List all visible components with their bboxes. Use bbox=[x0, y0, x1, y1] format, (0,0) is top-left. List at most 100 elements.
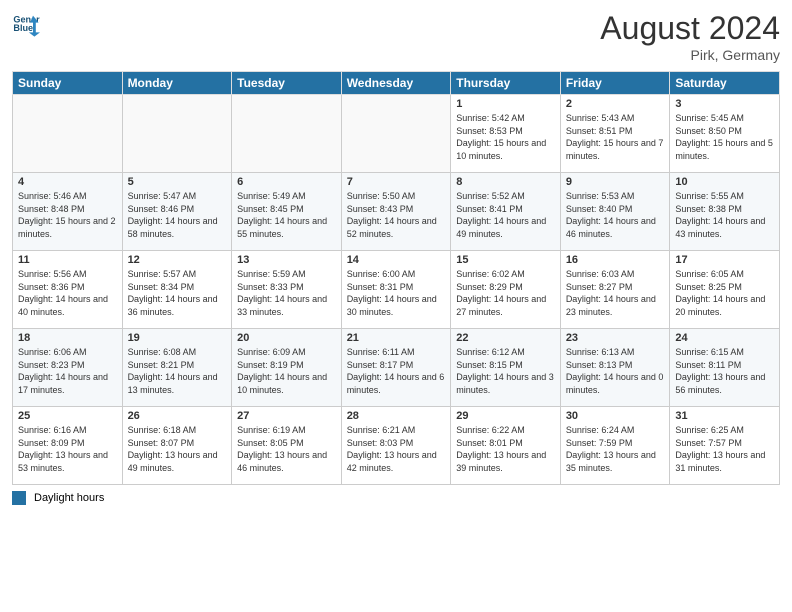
calendar-cell: 16 Sunrise: 6:03 AM Sunset: 8:27 PM Dayli… bbox=[560, 251, 670, 329]
month-title: August 2024 bbox=[600, 10, 780, 47]
calendar-cell: 22 Sunrise: 6:12 AM Sunset: 8:15 PM Dayli… bbox=[451, 329, 561, 407]
day-info: Sunrise: 5:46 AM Sunset: 8:48 PM Dayligh… bbox=[18, 190, 117, 240]
day-number: 25 bbox=[18, 410, 117, 422]
day-number: 8 bbox=[456, 176, 555, 188]
day-info: Sunrise: 5:49 AM Sunset: 8:45 PM Dayligh… bbox=[237, 190, 336, 240]
day-number: 9 bbox=[566, 176, 665, 188]
calendar-week-3: 11Sunrise: 5:56 AM Sunset: 8:36 PM Dayli… bbox=[13, 251, 780, 329]
location: Pirk, Germany bbox=[600, 47, 780, 63]
calendar-cell: 29 Sunrise: 6:22 AM Sunset: 8:01 PM Dayli… bbox=[451, 407, 561, 485]
day-number: 20 bbox=[237, 332, 336, 344]
calendar-cell: 30 Sunrise: 6:24 AM Sunset: 7:59 PM Dayli… bbox=[560, 407, 670, 485]
svg-text:Blue: Blue bbox=[13, 23, 33, 33]
calendar-cell: 2Sunrise: 5:43 AM Sunset: 8:51 PM Daylig… bbox=[560, 95, 670, 173]
calendar-week-5: 25Sunrise: 6:16 AM Sunset: 8:09 PM Dayli… bbox=[13, 407, 780, 485]
calendar-table: SundayMondayTuesdayWednesdayThursdayFrid… bbox=[12, 71, 780, 485]
day-info: Sunrise: 5:52 AM Sunset: 8:41 PM Dayligh… bbox=[456, 190, 555, 240]
day-number: 6 bbox=[237, 176, 336, 188]
day-info: Sunrise: 5:50 AM Sunset: 8:43 PM Dayligh… bbox=[347, 190, 446, 240]
calendar-week-1: 1Sunrise: 5:42 AM Sunset: 8:53 PM Daylig… bbox=[13, 95, 780, 173]
day-info: Sunrise: 6:12 AM Sunset: 8:15 PM Dayligh… bbox=[456, 346, 555, 396]
day-number: 30 bbox=[566, 410, 665, 422]
day-number: 27 bbox=[237, 410, 336, 422]
calendar-cell: 28Sunrise: 6:21 AM Sunset: 8:03 PM Dayli… bbox=[341, 407, 451, 485]
day-number: 15 bbox=[456, 254, 555, 266]
calendar-cell: 15Sunrise: 6:02 AM Sunset: 8:29 PM Dayli… bbox=[451, 251, 561, 329]
calendar-header-sunday: Sunday bbox=[13, 72, 123, 95]
calendar-cell: 3 Sunrise: 5:45 AM Sunset: 8:50 PM Daylig… bbox=[670, 95, 780, 173]
calendar-cell: 25Sunrise: 6:16 AM Sunset: 8:09 PM Dayli… bbox=[13, 407, 123, 485]
day-info: Sunrise: 6:22 AM Sunset: 8:01 PM Dayligh… bbox=[456, 424, 555, 474]
calendar-cell: 24Sunrise: 6:15 AM Sunset: 8:11 PM Dayli… bbox=[670, 329, 780, 407]
legend-label: Daylight hours bbox=[34, 492, 104, 504]
calendar-cell: 21 Sunrise: 6:11 AM Sunset: 8:17 PM Dayli… bbox=[341, 329, 451, 407]
day-number: 29 bbox=[456, 410, 555, 422]
day-info: Sunrise: 6:08 AM Sunset: 8:21 PM Dayligh… bbox=[128, 346, 227, 396]
calendar-cell: 26 Sunrise: 6:18 AM Sunset: 8:07 PM Dayli… bbox=[122, 407, 232, 485]
calendar-cell bbox=[122, 95, 232, 173]
calendar-cell: 8 Sunrise: 5:52 AM Sunset: 8:41 PM Daylig… bbox=[451, 173, 561, 251]
day-number: 19 bbox=[128, 332, 227, 344]
day-number: 31 bbox=[675, 410, 774, 422]
day-number: 3 bbox=[675, 98, 774, 110]
day-number: 16 bbox=[566, 254, 665, 266]
day-info: Sunrise: 5:55 AM Sunset: 8:38 PM Dayligh… bbox=[675, 190, 774, 240]
calendar-cell: 11Sunrise: 5:56 AM Sunset: 8:36 PM Dayli… bbox=[13, 251, 123, 329]
legend: Daylight hours bbox=[12, 491, 780, 505]
calendar-cell: 23 Sunrise: 6:13 AM Sunset: 8:13 PM Dayli… bbox=[560, 329, 670, 407]
day-number: 13 bbox=[237, 254, 336, 266]
calendar-cell bbox=[341, 95, 451, 173]
day-number: 18 bbox=[18, 332, 117, 344]
day-info: Sunrise: 5:57 AM Sunset: 8:34 PM Dayligh… bbox=[128, 268, 227, 318]
calendar-cell: 1Sunrise: 5:42 AM Sunset: 8:53 PM Daylig… bbox=[451, 95, 561, 173]
calendar-week-4: 18 Sunrise: 6:06 AM Sunset: 8:23 PM Dayli… bbox=[13, 329, 780, 407]
day-number: 14 bbox=[347, 254, 446, 266]
page-header: General Blue August 2024 Pirk, Germany bbox=[12, 10, 780, 63]
day-info: Sunrise: 6:11 AM Sunset: 8:17 PM Dayligh… bbox=[347, 346, 446, 396]
calendar-cell: 10 Sunrise: 5:55 AM Sunset: 8:38 PM Dayli… bbox=[670, 173, 780, 251]
calendar-header-tuesday: Tuesday bbox=[232, 72, 342, 95]
day-info: Sunrise: 6:06 AM Sunset: 8:23 PM Dayligh… bbox=[18, 346, 117, 396]
calendar-cell bbox=[13, 95, 123, 173]
calendar-cell: 27Sunrise: 6:19 AM Sunset: 8:05 PM Dayli… bbox=[232, 407, 342, 485]
calendar-cell: 14 Sunrise: 6:00 AM Sunset: 8:31 PM Dayli… bbox=[341, 251, 451, 329]
day-number: 1 bbox=[456, 98, 555, 110]
calendar-cell: 13 Sunrise: 5:59 AM Sunset: 8:33 PM Dayli… bbox=[232, 251, 342, 329]
calendar-cell: 18 Sunrise: 6:06 AM Sunset: 8:23 PM Dayli… bbox=[13, 329, 123, 407]
day-info: Sunrise: 6:05 AM Sunset: 8:25 PM Dayligh… bbox=[675, 268, 774, 318]
day-number: 11 bbox=[18, 254, 117, 266]
day-info: Sunrise: 6:24 AM Sunset: 7:59 PM Dayligh… bbox=[566, 424, 665, 474]
day-number: 5 bbox=[128, 176, 227, 188]
day-number: 12 bbox=[128, 254, 227, 266]
logo: General Blue bbox=[12, 10, 40, 38]
day-number: 26 bbox=[128, 410, 227, 422]
day-number: 10 bbox=[675, 176, 774, 188]
day-number: 21 bbox=[347, 332, 446, 344]
calendar-cell bbox=[232, 95, 342, 173]
day-info: Sunrise: 6:03 AM Sunset: 8:27 PM Dayligh… bbox=[566, 268, 665, 318]
day-info: Sunrise: 6:09 AM Sunset: 8:19 PM Dayligh… bbox=[237, 346, 336, 396]
calendar-header-saturday: Saturday bbox=[670, 72, 780, 95]
calendar-header-friday: Friday bbox=[560, 72, 670, 95]
calendar-week-2: 4Sunrise: 5:46 AM Sunset: 8:48 PM Daylig… bbox=[13, 173, 780, 251]
calendar-cell: 19 Sunrise: 6:08 AM Sunset: 8:21 PM Dayli… bbox=[122, 329, 232, 407]
calendar-cell: 5 Sunrise: 5:47 AM Sunset: 8:46 PM Daylig… bbox=[122, 173, 232, 251]
day-info: Sunrise: 5:45 AM Sunset: 8:50 PM Dayligh… bbox=[675, 112, 774, 162]
day-info: Sunrise: 5:59 AM Sunset: 8:33 PM Dayligh… bbox=[237, 268, 336, 318]
calendar-cell: 6 Sunrise: 5:49 AM Sunset: 8:45 PM Daylig… bbox=[232, 173, 342, 251]
calendar-header-thursday: Thursday bbox=[451, 72, 561, 95]
calendar-header-wednesday: Wednesday bbox=[341, 72, 451, 95]
calendar-header-monday: Monday bbox=[122, 72, 232, 95]
calendar-cell: 17Sunrise: 6:05 AM Sunset: 8:25 PM Dayli… bbox=[670, 251, 780, 329]
day-number: 22 bbox=[456, 332, 555, 344]
day-info: Sunrise: 6:00 AM Sunset: 8:31 PM Dayligh… bbox=[347, 268, 446, 318]
day-number: 7 bbox=[347, 176, 446, 188]
day-info: Sunrise: 6:18 AM Sunset: 8:07 PM Dayligh… bbox=[128, 424, 227, 474]
day-number: 24 bbox=[675, 332, 774, 344]
day-number: 23 bbox=[566, 332, 665, 344]
legend-color-box bbox=[12, 491, 26, 505]
day-info: Sunrise: 5:47 AM Sunset: 8:46 PM Dayligh… bbox=[128, 190, 227, 240]
day-info: Sunrise: 6:13 AM Sunset: 8:13 PM Dayligh… bbox=[566, 346, 665, 396]
calendar-cell: 12 Sunrise: 5:57 AM Sunset: 8:34 PM Dayli… bbox=[122, 251, 232, 329]
title-block: August 2024 Pirk, Germany bbox=[600, 10, 780, 63]
